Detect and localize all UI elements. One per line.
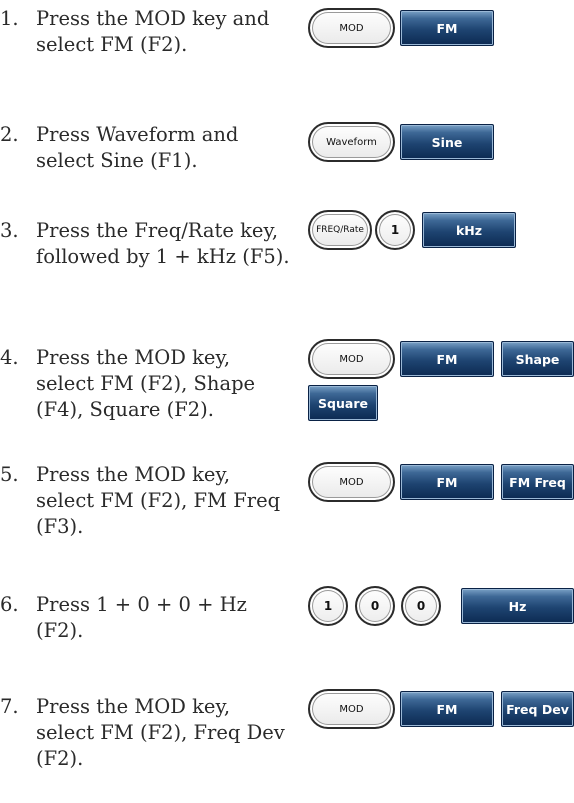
digit-0-key[interactable]: 0 [401, 586, 441, 626]
square-softkey[interactable]: Square [308, 385, 378, 421]
freq-dev-softkey[interactable]: Freq Dev [501, 691, 574, 727]
shape-softkey[interactable]: Shape [501, 341, 574, 377]
step-instruction: Press the MOD key, select FM (F2), Freq … [36, 695, 285, 770]
step-number: 2. [0, 123, 19, 146]
digit-0-key[interactable]: 0 [355, 586, 395, 626]
digit-1-key[interactable]: 1 [375, 210, 415, 250]
step-4: 4. Press the MOD key, select FM (F2), Sh… [0, 345, 290, 423]
sine-softkey[interactable]: Sine [400, 124, 494, 160]
step-3: 3. Press the Freq/Rate key, followed by … [0, 218, 290, 270]
step-instruction: Press the Freq/Rate key, followed by 1 +… [36, 219, 290, 268]
fm-softkey[interactable]: FM [400, 341, 494, 377]
fm-freq-softkey[interactable]: FM Freq [501, 464, 574, 500]
step-instruction: Press 1 + 0 + 0 + Hz (F2). [36, 593, 247, 642]
step-5: 5. Press the MOD key, select FM (F2), FM… [0, 462, 290, 540]
mod-key[interactable]: MOD [308, 339, 395, 379]
step-number: 3. [0, 219, 19, 242]
freq-rate-key[interactable]: FREQ/Rate [308, 210, 372, 250]
fm-softkey[interactable]: FM [400, 691, 494, 727]
digit-1-key[interactable]: 1 [308, 586, 348, 626]
step-instruction: Press the MOD key, select FM (F2), FM Fr… [36, 463, 281, 538]
step-instruction: Press the MOD key and select FM (F2). [36, 7, 270, 56]
step-number: 5. [0, 463, 19, 486]
mod-key[interactable]: MOD [308, 462, 395, 502]
hz-softkey[interactable]: Hz [461, 588, 574, 624]
khz-softkey[interactable]: kHz [422, 212, 516, 248]
step-number: 4. [0, 346, 19, 369]
mod-key[interactable]: MOD [308, 8, 395, 48]
step-number: 1. [0, 7, 19, 30]
step-1: 1. Press the MOD key and select FM (F2). [0, 6, 290, 58]
step-6: 6. Press 1 + 0 + 0 + Hz (F2). [0, 592, 290, 644]
fm-softkey[interactable]: FM [400, 464, 494, 500]
step-2: 2. Press Waveform and select Sine (F1). [0, 122, 290, 174]
step-7: 7. Press the MOD key, select FM (F2), Fr… [0, 694, 290, 772]
step-instruction: Press Waveform and select Sine (F1). [36, 123, 239, 172]
step-number: 7. [0, 695, 19, 718]
mod-key[interactable]: MOD [308, 689, 395, 729]
fm-softkey[interactable]: FM [400, 10, 494, 46]
waveform-key[interactable]: Waveform [308, 122, 395, 162]
step-instruction: Press the MOD key, select FM (F2), Shape… [36, 346, 256, 421]
step-number: 6. [0, 593, 19, 616]
